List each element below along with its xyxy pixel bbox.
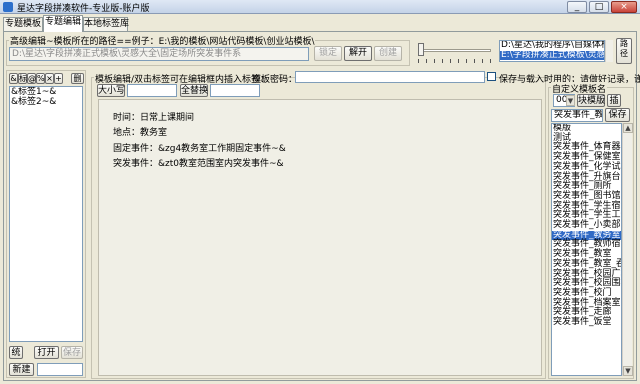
tab-topic-template[interactable]: 专题模板 — [3, 17, 43, 31]
slider-track — [421, 49, 491, 52]
template-path-scrollbar[interactable] — [605, 40, 613, 62]
block-template-button[interactable]: 块模版 — [577, 94, 605, 107]
editor-line: 突发事件：&zt0教室范围室内突发事件~& — [113, 159, 284, 169]
tag-toolbar-button[interactable]: × — [45, 73, 54, 84]
save-template-button[interactable]: 保存 — [605, 108, 630, 122]
zoom-slider[interactable] — [415, 40, 497, 64]
replace-input[interactable] — [210, 84, 260, 97]
template-name-input[interactable]: 突发事件_教务 — [551, 109, 603, 122]
minimize-button[interactable]: _ — [567, 1, 587, 13]
slider-ticks — [418, 59, 494, 63]
custom-template-list[interactable]: 模版测试突发事件_体育器材室突发事件_保健室突发事件_化学试验室突发事件_升旗台… — [551, 123, 622, 376]
lock-button[interactable]: 锁定 — [314, 46, 342, 61]
advanced-edit-legend: 高级编辑~模板所在的路径==例子：E:\我的模板\网站代码模板\创业站模板\ — [9, 34, 316, 47]
unlock-button[interactable]: 解开 — [344, 46, 372, 61]
open-button[interactable]: 打开 — [34, 346, 59, 359]
custom-list-scrollbar[interactable]: ▲ ▼ — [622, 123, 633, 376]
tag-list[interactable]: &标签1~& &标签2~& — [9, 86, 83, 342]
tag-toolbar-button[interactable]: % — [36, 73, 45, 84]
password-input[interactable] — [295, 71, 485, 83]
app-icon — [3, 2, 13, 12]
insert-button[interactable]: 插 — [607, 94, 621, 107]
case-button[interactable]: 大小写 — [97, 84, 125, 97]
chevron-down-icon[interactable]: ▼ — [566, 95, 575, 106]
slider-thumb[interactable] — [418, 43, 424, 56]
new-button[interactable]: 新建 — [9, 363, 34, 376]
template-path-list[interactable]: D:\星达\我的程序\自媒体模板 E:\字段拼凑正式模板\灵感大全 — [499, 40, 605, 62]
stats-button[interactable]: 统 — [9, 346, 23, 359]
replace-all-button[interactable]: 全替换 — [180, 84, 208, 97]
close-button[interactable]: × — [611, 1, 637, 13]
show-password-checkbox[interactable] — [487, 72, 496, 81]
editor-line: 地点：教务室 — [113, 128, 168, 138]
tag-toolbar-button[interactable]: & — [9, 73, 18, 84]
maximize-button[interactable]: □ — [589, 1, 609, 13]
tag-toolbar-button[interactable]: 标 — [18, 73, 27, 84]
tag-list-item[interactable]: &标签1~& — [10, 87, 82, 97]
path-button[interactable]: 路径 — [616, 38, 632, 64]
tag-toolbar-button[interactable]: + — [54, 73, 63, 84]
title-bar: 星达字段拼凑软件-专业版-账户版 _ □ × — [0, 0, 640, 14]
create-button[interactable]: 创建 — [374, 46, 402, 61]
tag-list-item[interactable]: &标签2~& — [10, 97, 82, 107]
template-editor[interactable]: 时间：日常上课期间 地点：教务室 固定事件：&zg4教务室工作期固定事件~& 突… — [98, 99, 542, 376]
editor-line: 固定事件：&zg4教务室工作期固定事件~& — [113, 144, 286, 154]
new-name-input[interactable] — [37, 363, 83, 376]
tab-topic-edit[interactable]: 专题编辑 — [43, 15, 83, 32]
window-title: 星达字段拼凑软件-专业版-账户版 — [17, 4, 150, 14]
tab-local-tag-library[interactable]: 本地标签库 — [83, 17, 129, 31]
custom-template-item[interactable]: 突发事件_饭堂 — [552, 317, 621, 328]
find-input[interactable] — [127, 84, 177, 97]
save-tag-button[interactable]: 保存 — [61, 346, 83, 359]
scroll-up-icon[interactable]: ▲ — [623, 123, 633, 133]
delete-tag-button[interactable]: 删 — [71, 73, 84, 84]
editor-line: 时间：日常上课期间 — [113, 113, 195, 123]
template-path-item[interactable]: E:\字段拼凑正式模板\灵感大全 — [500, 50, 604, 61]
tag-toolbar-button[interactable]: @ — [27, 73, 36, 84]
template-path-input[interactable]: D:\星达\字段拼凑正式模板\灵感大全\固定场所突发事件系 — [9, 47, 309, 61]
scroll-down-icon[interactable]: ▼ — [623, 366, 633, 376]
